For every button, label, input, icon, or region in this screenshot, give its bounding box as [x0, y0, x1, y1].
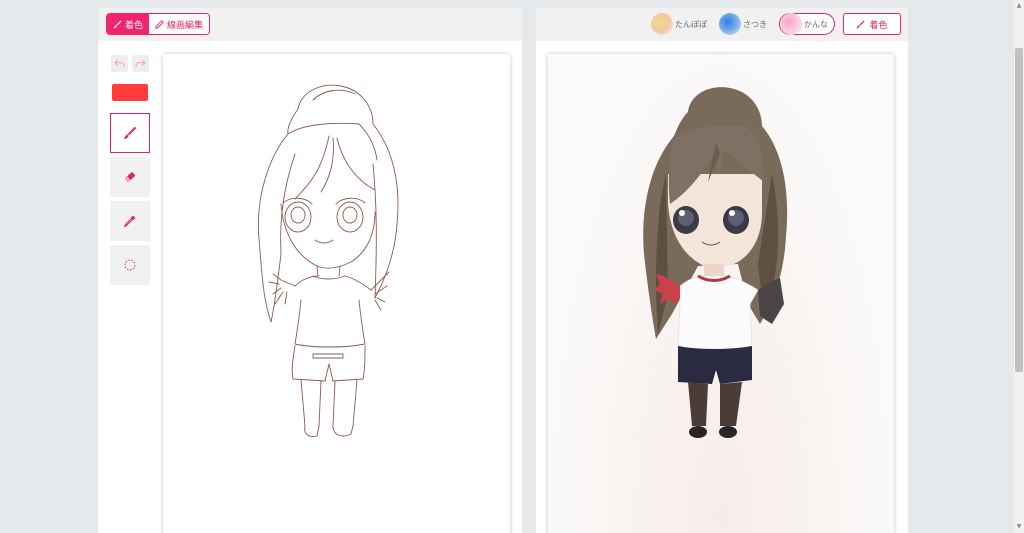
preset-tanpopo-label: たんぽぽ	[675, 19, 707, 29]
mode-lineart-button[interactable]: 線画編集	[149, 14, 210, 34]
colorize-button[interactable]: 着色	[843, 13, 901, 35]
editor-header: 着色 線画編集	[98, 8, 522, 41]
tool-palette	[110, 55, 152, 285]
preset-tanpopo[interactable]: たんぽぽ	[651, 13, 713, 35]
mode-colorize-label: 着色	[125, 20, 144, 31]
brush-icon	[123, 126, 137, 140]
preset-kanna-thumbnail	[780, 13, 802, 35]
result-panel: たんぽぽ さつき かんな 着色	[536, 8, 908, 533]
undo-icon	[114, 59, 125, 68]
redo-button[interactable]	[132, 55, 149, 72]
tool-eraser[interactable]	[110, 157, 150, 197]
line-art-drawing	[257, 84, 399, 437]
pencil-icon	[155, 19, 164, 29]
redo-icon	[135, 59, 146, 68]
color-picker-swatch[interactable]	[112, 84, 148, 101]
colorize-button-label: 着色	[869, 20, 888, 31]
brush-icon	[113, 19, 122, 28]
mode-colorize-button[interactable]: 着色	[107, 14, 150, 34]
undo-button[interactable]	[111, 55, 128, 72]
brush-icon	[857, 19, 866, 28]
preset-satsuki[interactable]: さつき	[719, 13, 773, 35]
colorized-result-image	[548, 54, 894, 533]
scroll-up-icon[interactable]: ▲	[1014, 0, 1024, 12]
tool-eyedropper[interactable]	[110, 201, 150, 241]
preset-kanna[interactable]: かんな	[779, 13, 835, 35]
preset-satsuki-thumbnail	[719, 13, 741, 35]
style-presets: たんぽぽ さつき かんな	[651, 13, 835, 35]
tool-lasso[interactable]	[110, 245, 150, 285]
eyedropper-icon	[123, 215, 136, 228]
page-scrollbar[interactable]: ▲ ▼	[1014, 0, 1024, 533]
mode-lineart-label: 線画編集	[167, 20, 204, 31]
scroll-thumb[interactable]	[1015, 48, 1023, 372]
preset-satsuki-label: さつき	[743, 19, 767, 29]
scroll-down-icon[interactable]: ▼	[1014, 521, 1024, 533]
line-art-panel: 着色 線画編集	[98, 8, 522, 533]
mode-toggle: 着色 線画編集	[106, 13, 211, 35]
line-art-canvas[interactable]	[163, 54, 510, 533]
lasso-icon	[124, 259, 136, 271]
preset-tanpopo-thumbnail	[651, 13, 673, 35]
colorized-drawing	[643, 87, 788, 438]
tool-brush[interactable]	[110, 113, 150, 153]
eraser-icon	[124, 172, 136, 182]
result-header: たんぽぽ さつき かんな 着色	[536, 8, 908, 41]
preset-kanna-label: かんな	[804, 19, 828, 29]
